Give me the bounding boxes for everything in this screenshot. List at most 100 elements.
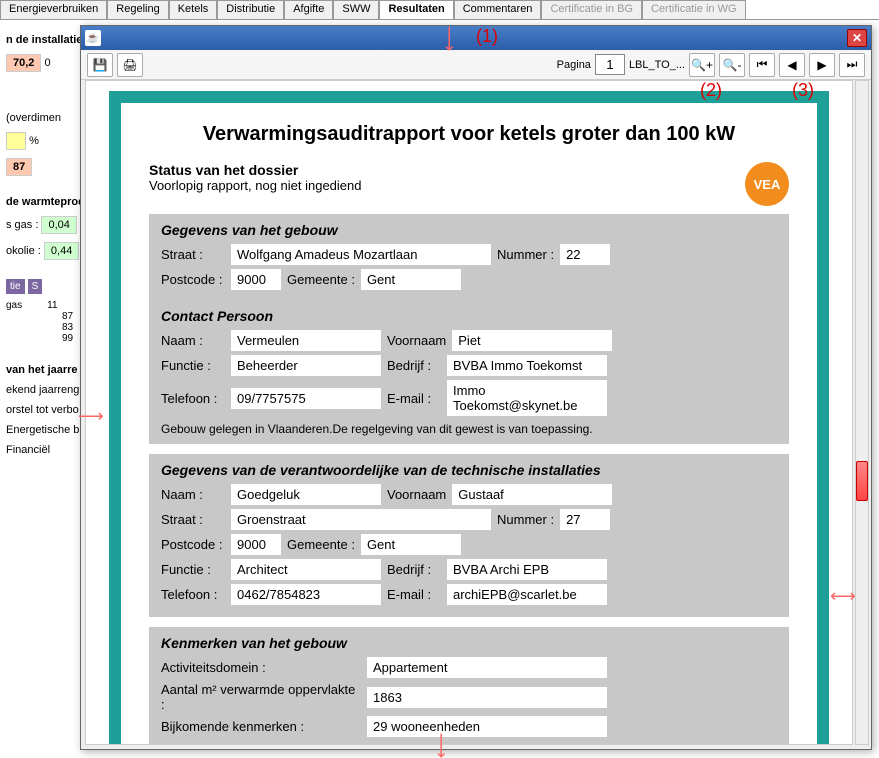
act-val: Appartement [367, 657, 607, 678]
nummer-val: 22 [560, 244, 610, 265]
postcode-val: 9000 [231, 269, 281, 290]
close-button[interactable]: ✕ [847, 29, 867, 47]
prev-page-icon[interactable]: ◀ [779, 53, 805, 77]
r-voornaam-val: Gustaaf [452, 484, 612, 505]
zoom-out-icon[interactable]: 🔍- [719, 53, 745, 77]
s3-title: Gegevens van de verantwoordelijke van de… [161, 462, 777, 478]
r-email-lbl: E-mail : [387, 587, 441, 602]
r-gemeente-val: Gent [361, 534, 461, 555]
tab-bar: Energieverbruiken Regeling Ketels Distri… [0, 0, 879, 20]
tab-distributie[interactable]: Distributie [217, 0, 284, 19]
tab-afgifte[interactable]: Afgifte [284, 0, 333, 19]
bg-row-gas: gas [6, 300, 22, 311]
region-note: Gebouw gelegen in Vlaanderen.De regelgev… [161, 422, 777, 436]
tab-energie[interactable]: Energieverbruiken [0, 0, 107, 19]
section-verantwoordelijke: Gegevens van de verantwoordelijke van de… [149, 454, 789, 617]
bg-unit1: 0 [44, 57, 50, 69]
bedrijf-lbl: Bedrijf : [387, 358, 441, 373]
save-icon[interactable]: 💾 [87, 53, 113, 77]
bg-jaar: van het jaarre [6, 364, 78, 376]
bg-tbl-col1: tie [6, 279, 25, 294]
act-lbl: Activiteitsdomein : [161, 660, 361, 675]
tab-resultaten[interactable]: Resultaten [379, 0, 453, 19]
bg-olie-val: 0,44 [44, 242, 79, 260]
voornaam-lbl: Voornaam [387, 333, 446, 348]
zoom-in-icon[interactable]: 🔍+ [689, 53, 715, 77]
java-icon: ☕ [85, 30, 101, 46]
tab-sww[interactable]: SWW [333, 0, 379, 19]
r-bedrijf-lbl: Bedrijf : [387, 562, 441, 577]
tab-commentaren[interactable]: Commentaren [454, 0, 542, 19]
report-page: Verwarmingsauditrapport voor ketels grot… [109, 91, 829, 745]
straat-val: Wolfgang Amadeus Mozartlaan [231, 244, 491, 265]
opp-lbl: Aantal m² verwarmde oppervlakte : [161, 682, 361, 712]
r-postcode-val: 9000 [231, 534, 281, 555]
postcode-lbl: Postcode : [161, 272, 225, 287]
nummer-lbl: Nummer : [497, 247, 554, 262]
bij-lbl: Bijkomende kenmerken : [161, 719, 361, 734]
r-gemeente-lbl: Gemeente : [287, 537, 355, 552]
tab-ketels[interactable]: Ketels [169, 0, 218, 19]
email-val: Immo Toekomst@skynet.be [447, 380, 607, 416]
section-gebouw: Gegevens van het gebouw Straat : Wolfgan… [149, 214, 789, 444]
bg-gas-val: 0,04 [41, 216, 76, 234]
r-postcode-lbl: Postcode : [161, 537, 225, 552]
titlebar: ☕ ✕ [81, 26, 871, 50]
scroll-thumb[interactable] [856, 461, 868, 501]
tel-val: 09/7757575 [231, 388, 381, 409]
r-nummer-lbl: Nummer : [497, 512, 554, 527]
s2-title: Contact Persoon [161, 308, 777, 324]
tab-cert-wg[interactable]: Certificatie in WG [642, 0, 746, 19]
status-header: Status van het dossier [149, 162, 362, 178]
straat-lbl: Straat : [161, 247, 225, 262]
bg-bekend: ekend jaarreng [6, 384, 79, 396]
r-voornaam-lbl: Voornaam [387, 487, 446, 502]
next-page-icon[interactable]: ▶ [809, 53, 835, 77]
bg-tbl-col2: S [28, 279, 43, 294]
bg-r1: 11 [47, 300, 57, 311]
report-viewer[interactable]: Verwarmingsauditrapport voor ketels grot… [85, 80, 853, 745]
report-dialog: ☕ ✕ 💾 🖨 Pagina LBL_TO_... 🔍+ 🔍- ⏮ ◀ ▶ ⏭ … [80, 25, 872, 750]
r-tel-val: 0462/7854823 [231, 584, 381, 605]
r-functie-val: Architect [231, 559, 381, 580]
bg-r3: 83 [62, 322, 73, 333]
bg-yellow1 [6, 132, 26, 150]
lbl-to: LBL_TO_... [629, 59, 685, 71]
bg-orstel: orstel tot verbo [6, 404, 79, 416]
bg-warmte: de warmteprod [6, 196, 85, 208]
bg-gas-lbl: s gas : [6, 219, 38, 231]
pagina-label: Pagina [557, 59, 591, 71]
bg-title: n de installatie [6, 34, 82, 46]
r-straat-lbl: Straat : [161, 512, 225, 527]
bg-energ: Energetische b [6, 424, 79, 436]
voornaam-val: Piet [452, 330, 612, 351]
r-nummer-val: 27 [560, 509, 610, 530]
tel-lbl: Telefoon : [161, 391, 225, 406]
bedrijf-val: BVBA Immo Toekomst [447, 355, 607, 376]
bg-overdim: (overdimen [6, 112, 61, 124]
status-sub: Voorlopig rapport, nog niet ingediend [149, 178, 362, 193]
page-number-input[interactable] [595, 54, 625, 75]
gemeente-lbl: Gemeente : [287, 272, 355, 287]
r-straat-val: Groenstraat [231, 509, 491, 530]
tab-regeling[interactable]: Regeling [107, 0, 168, 19]
vertical-scrollbar[interactable] [855, 80, 869, 745]
first-page-icon[interactable]: ⏮ [749, 53, 775, 77]
last-page-icon[interactable]: ⏭ [839, 53, 865, 77]
bg-r2: 87 [62, 311, 73, 322]
bg-olie-lbl: okolie : [6, 245, 41, 257]
bg-r4: 99 [62, 333, 73, 344]
bg-v87: 87 [6, 158, 32, 176]
naam-lbl: Naam : [161, 333, 225, 348]
print-icon[interactable]: 🖨 [117, 53, 143, 77]
r-functie-lbl: Functie : [161, 562, 225, 577]
viewer-toolbar: 💾 🖨 Pagina LBL_TO_... 🔍+ 🔍- ⏮ ◀ ▶ ⏭ [81, 50, 871, 80]
tab-cert-bg[interactable]: Certificatie in BG [541, 0, 642, 19]
s4-title: Kenmerken van het gebouw [161, 635, 777, 651]
r-naam-val: Goedgeluk [231, 484, 381, 505]
functie-lbl: Functie : [161, 358, 225, 373]
vea-logo: VEA [745, 162, 789, 206]
gemeente-val: Gent [361, 269, 461, 290]
r-email-val: archiEPB@scarlet.be [447, 584, 607, 605]
report-title: Verwarmingsauditrapport voor ketels grot… [149, 123, 789, 146]
